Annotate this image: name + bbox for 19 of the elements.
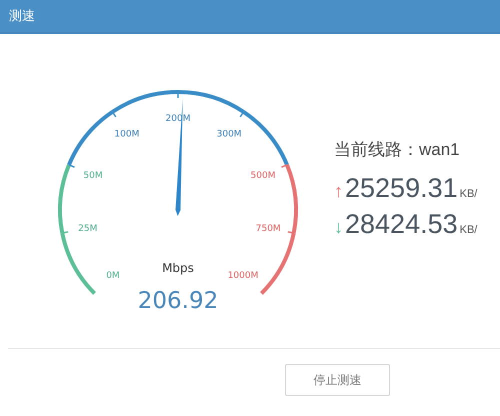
stop-test-button[interactable]: 停止测速: [285, 364, 390, 396]
speed-reading: 25259.31: [345, 173, 458, 204]
scale-label: 1000M: [228, 271, 258, 282]
current-line-label: 当前线路：wan1: [334, 139, 461, 161]
arrow-icon: ↑: [334, 181, 343, 202]
scale-label: 25M: [78, 224, 98, 234]
unit-label: Mbps: [162, 261, 194, 275]
unit-label: KB/: [460, 224, 478, 236]
arrow-icon: ↓: [334, 217, 343, 238]
speed-reading: 28424.53: [345, 209, 458, 240]
scale-label: 50M: [83, 170, 103, 181]
scale-label: 500M: [250, 170, 276, 181]
scale-label: 0M: [106, 271, 120, 282]
unit-label: KB/: [460, 188, 478, 200]
scale-label: 300M: [216, 130, 242, 140]
scale-label: 750M: [256, 224, 281, 234]
speed-value: 206.92: [138, 288, 218, 314]
window-title: 测速: [9, 8, 35, 25]
scale-label: 100M: [114, 130, 140, 140]
